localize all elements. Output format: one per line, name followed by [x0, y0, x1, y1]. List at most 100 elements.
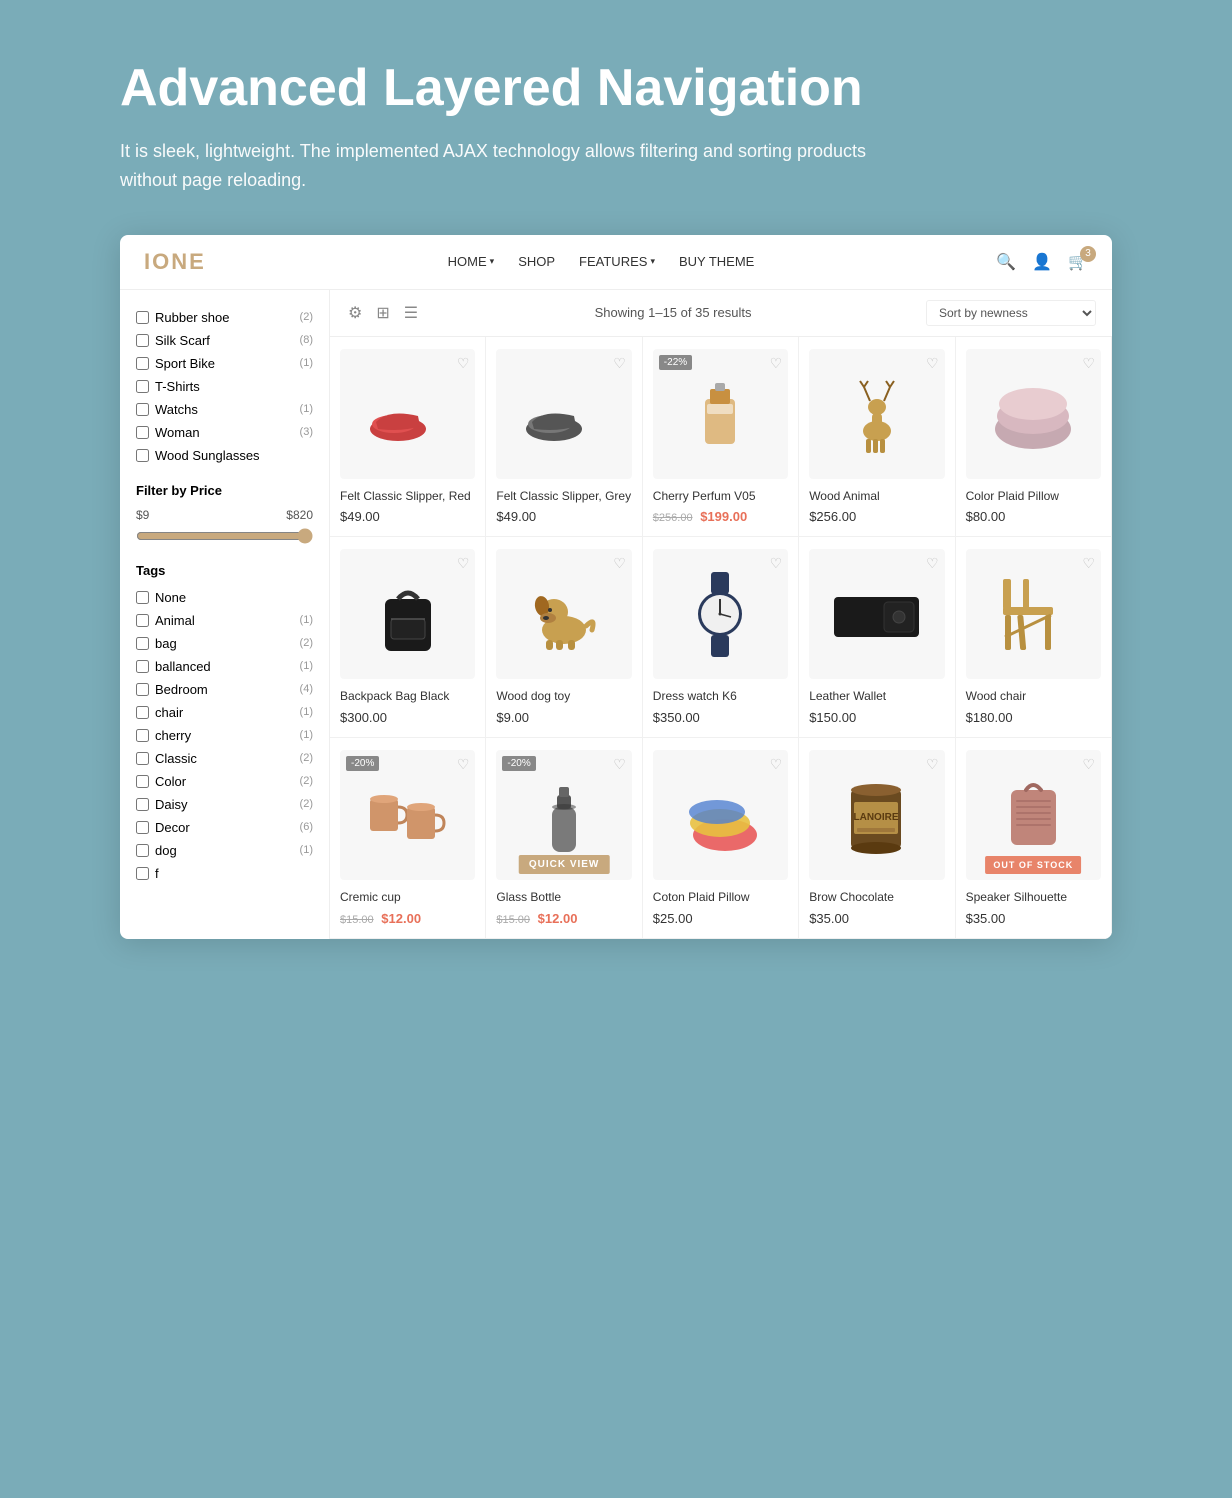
product-image [524, 374, 604, 454]
wishlist-button[interactable]: ♡ [613, 756, 626, 773]
tag-classic[interactable]: Classic (2) [136, 747, 313, 770]
account-button[interactable]: 👤 [1032, 252, 1052, 272]
filter-silk-scarf[interactable]: Silk Scarf (8) [136, 329, 313, 352]
product-card[interactable]: ♡ Backpack Bag Black $3 [330, 537, 486, 738]
wishlist-button[interactable]: ♡ [1082, 355, 1095, 372]
wishlist-button[interactable]: ♡ [457, 555, 470, 572]
svg-text:LANOIRE: LANOIRE [854, 812, 899, 823]
tag-daisy[interactable]: Daisy (2) [136, 793, 313, 816]
checkbox-tag-classic[interactable] [136, 752, 149, 765]
product-image [524, 574, 604, 654]
product-name: Felt Classic Slipper, Grey [496, 489, 631, 505]
wishlist-button[interactable]: ♡ [457, 355, 470, 372]
product-image [373, 569, 443, 659]
tag-bedroom[interactable]: Bedroom (4) [136, 678, 313, 701]
checkbox-sport-bike[interactable] [136, 357, 149, 370]
site-logo[interactable]: IONE [144, 249, 206, 275]
product-badge: -20% [502, 756, 535, 771]
nav-shop[interactable]: SHOP [518, 254, 555, 269]
product-image [988, 374, 1078, 454]
product-name: Brow Chocolate [809, 890, 944, 906]
product-card[interactable]: ♡ -20% Cremic cup [330, 738, 486, 939]
cart-button[interactable]: 🛒 3 [1068, 252, 1088, 272]
product-card[interactable]: ♡ LANOIRE Brow Chocolate [799, 738, 955, 939]
nav-features[interactable]: FEATURES ▾ [579, 254, 655, 269]
checkbox-tag-bedroom[interactable] [136, 683, 149, 696]
checkbox-tag-cherry[interactable] [136, 729, 149, 742]
checkbox-tag-none[interactable] [136, 591, 149, 604]
product-card[interactable]: ♡ -20% QUICK VIEW Glass Bottle [486, 738, 642, 939]
wishlist-button[interactable]: ♡ [926, 756, 939, 773]
checkbox-tag-animal[interactable] [136, 614, 149, 627]
checkbox-tag-color[interactable] [136, 775, 149, 788]
wishlist-button[interactable]: ♡ [770, 555, 783, 572]
checkbox-tag-f[interactable] [136, 867, 149, 880]
list-view-button[interactable]: ☰ [402, 301, 420, 325]
tag-decor[interactable]: Decor (6) [136, 816, 313, 839]
product-card[interactable]: ♡ [799, 337, 955, 538]
wishlist-button[interactable]: ♡ [926, 555, 939, 572]
filter-sport-bike[interactable]: Sport Bike (1) [136, 352, 313, 375]
product-image-wrap: ♡ [496, 549, 631, 679]
wishlist-button[interactable]: ♡ [770, 355, 783, 372]
checkbox-tag-dog[interactable] [136, 844, 149, 857]
checkbox-woman[interactable] [136, 426, 149, 439]
tag-f[interactable]: f [136, 862, 313, 885]
product-card[interactable]: ♡ Felt Classic Slipper, Grey $49.00 [486, 337, 642, 538]
product-image [685, 567, 755, 662]
tag-dog[interactable]: dog (1) [136, 839, 313, 862]
app-header: IONE HOME ▾ SHOP FEATURES ▾ BUY THEME 🔍 … [120, 235, 1112, 290]
product-card[interactable]: ♡ [956, 537, 1112, 738]
product-card[interactable]: ♡ Coton Plaid Pillow $25.00 [643, 738, 799, 939]
checkbox-wood-sunglasses[interactable] [136, 449, 149, 462]
checkbox-tag-decor[interactable] [136, 821, 149, 834]
tag-animal[interactable]: Animal (1) [136, 609, 313, 632]
filter-watchs[interactable]: Watchs (1) [136, 398, 313, 421]
wishlist-button[interactable]: ♡ [457, 756, 470, 773]
tag-none[interactable]: None [136, 586, 313, 609]
tag-cherry[interactable]: cherry (1) [136, 724, 313, 747]
product-card[interactable]: ♡ -22% Cherry Perfum V05 $256.00 $199.00 [643, 337, 799, 538]
products-grid: ♡ Felt Classic Slipper, Red $49.00 ♡ [330, 337, 1112, 939]
wishlist-button[interactable]: ♡ [926, 355, 939, 372]
filter-toggle-button[interactable]: ⚙ [346, 301, 364, 325]
wishlist-button[interactable]: ♡ [1082, 756, 1095, 773]
product-price: $35.00 [966, 911, 1101, 926]
tag-bag[interactable]: bag (2) [136, 632, 313, 655]
filter-woman[interactable]: Woman (3) [136, 421, 313, 444]
tag-chair[interactable]: chair (1) [136, 701, 313, 724]
price-range-slider[interactable] [136, 528, 313, 544]
checkbox-tag-ballanced[interactable] [136, 660, 149, 673]
checkbox-tag-chair[interactable] [136, 706, 149, 719]
checkbox-tag-daisy[interactable] [136, 798, 149, 811]
tags-title: Tags [136, 563, 313, 578]
wishlist-button[interactable]: ♡ [1082, 555, 1095, 572]
filter-rubber-shoe[interactable]: Rubber shoe (2) [136, 306, 313, 329]
checkbox-rubber-shoe[interactable] [136, 311, 149, 324]
checkbox-watchs[interactable] [136, 403, 149, 416]
chevron-down-icon: ▾ [490, 256, 495, 267]
product-name: Coton Plaid Pillow [653, 890, 788, 906]
wishlist-button[interactable]: ♡ [613, 555, 626, 572]
sort-select[interactable]: Sort by newness Sort by price: low to hi… [926, 300, 1096, 326]
search-button[interactable]: 🔍 [996, 252, 1016, 272]
product-card[interactable]: ♡ [486, 537, 642, 738]
product-card[interactable]: ♡ Felt Classic Slipper, Red $49.00 [330, 337, 486, 538]
checkbox-tshirts[interactable] [136, 380, 149, 393]
product-card[interactable]: ♡ Leather Wallet $150.00 [799, 537, 955, 738]
filter-tshirts[interactable]: T-Shirts [136, 375, 313, 398]
product-card[interactable]: ♡ OUT OF STOCK [956, 738, 1112, 939]
checkbox-tag-bag[interactable] [136, 637, 149, 650]
wishlist-button[interactable]: ♡ [613, 355, 626, 372]
wishlist-button[interactable]: ♡ [770, 756, 783, 773]
grid-view-button[interactable]: ⊞ [374, 301, 391, 325]
checkbox-silk-scarf[interactable] [136, 334, 149, 347]
nav-buy-theme[interactable]: BUY THEME [679, 254, 754, 269]
filter-wood-sunglasses[interactable]: Wood Sunglasses [136, 444, 313, 467]
tag-color[interactable]: Color (2) [136, 770, 313, 793]
nav-home[interactable]: HOME ▾ [448, 254, 495, 269]
tag-ballanced[interactable]: ballanced (1) [136, 655, 313, 678]
product-card[interactable]: ♡ [643, 537, 799, 738]
product-card[interactable]: ♡ Color Plaid Pillow $80.00 [956, 337, 1112, 538]
quick-view-button[interactable]: QUICK VIEW [519, 855, 610, 874]
